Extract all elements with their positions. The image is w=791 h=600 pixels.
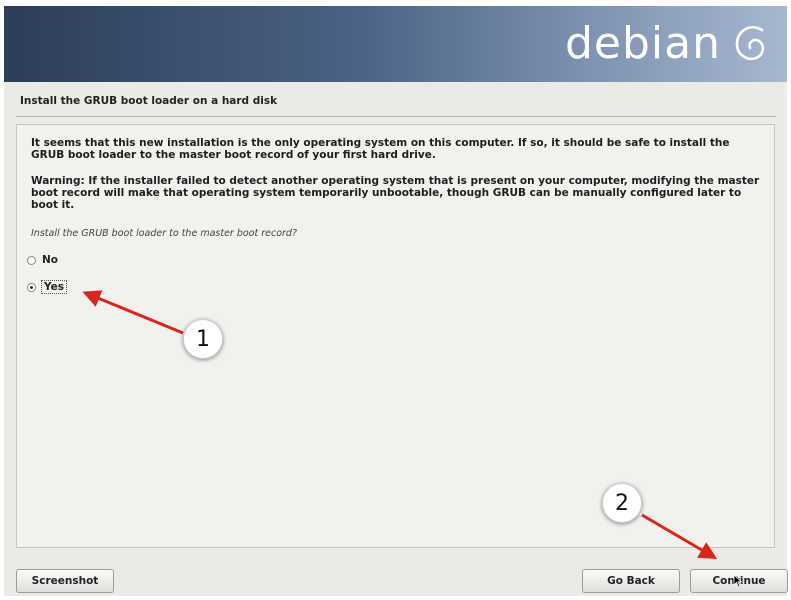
radio-yes[interactable] (27, 282, 36, 292)
debian-banner: debian (4, 6, 787, 82)
option-no-label: No (42, 254, 59, 266)
option-no[interactable]: No (27, 254, 58, 266)
warning-paragraph: Warning: If the installer failed to dete… (31, 175, 760, 211)
go-back-button[interactable]: Go Back (582, 569, 680, 593)
option-yes[interactable]: Yes (27, 280, 68, 294)
info-paragraph: It seems that this new installation is t… (31, 137, 730, 161)
radio-no[interactable] (27, 255, 36, 265)
debian-swirl-icon (735, 25, 765, 61)
mouse-cursor-icon (733, 574, 743, 588)
annotation-marker-2: 2 (602, 483, 642, 523)
content-panel: It seems that this new installation is t… (16, 124, 775, 548)
option-yes-label: Yes (40, 280, 68, 294)
question-label: Install the GRUB boot loader to the mast… (31, 228, 298, 239)
title-separator (16, 116, 776, 117)
installer-window: debian Install the GRUB boot loader on a… (4, 6, 788, 596)
screenshot-button[interactable]: Screenshot (16, 569, 114, 593)
step-title: Install the GRUB boot loader on a hard d… (20, 95, 278, 107)
annotation-marker-1: 1 (183, 319, 223, 359)
debian-logo-text: debian (564, 18, 721, 69)
